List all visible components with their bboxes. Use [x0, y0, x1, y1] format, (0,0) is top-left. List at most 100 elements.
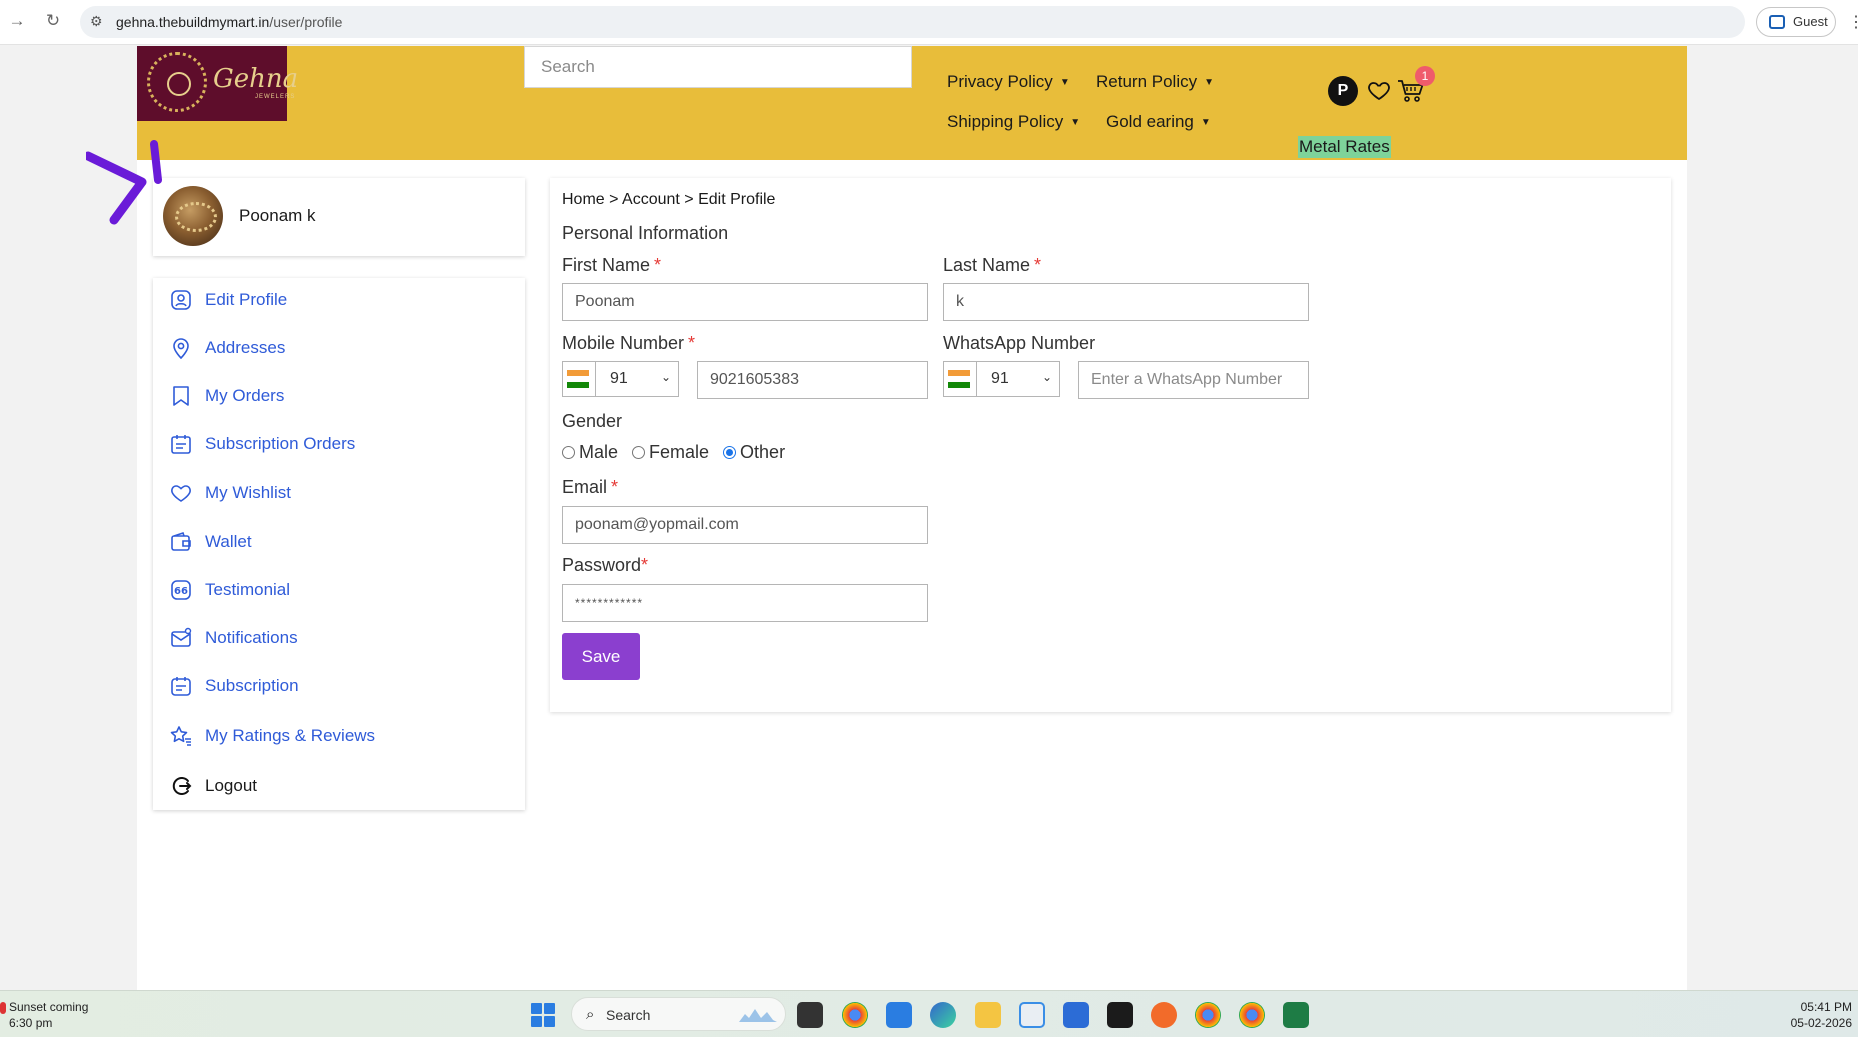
chevron-down-icon: ⌄: [660, 370, 671, 384]
notepad-icon[interactable]: [1063, 1002, 1089, 1028]
location-pin-icon: [173, 338, 189, 360]
mobile-code-select[interactable]: 91 ⌄: [595, 362, 679, 396]
profile-button[interactable]: Guest: [1756, 7, 1836, 37]
mobile-number-input[interactable]: [698, 362, 927, 398]
caret-down-icon: ▼: [1059, 77, 1070, 89]
gender-male-option[interactable]: Male: [562, 442, 618, 463]
system-clock[interactable]: 05:41 PM 05-02-2026: [1791, 999, 1852, 1031]
browser-toolbar: → ↻ ⚙ gehna.thebuildmymart.in/user/profi…: [0, 0, 1858, 45]
user-avatar[interactable]: P: [1328, 76, 1358, 106]
svg-text:66: 66: [174, 586, 188, 597]
nav-return-policy[interactable]: Return Policy ▼: [1096, 72, 1214, 92]
password-input[interactable]: [563, 585, 927, 621]
metal-rates-link[interactable]: Metal Rates: [1298, 136, 1391, 158]
subscription-icon: [171, 677, 191, 696]
caret-down-icon: ▼: [1200, 117, 1211, 129]
reload-icon[interactable]: ↻: [42, 10, 64, 32]
chrome-guest-icon[interactable]: [1239, 1002, 1265, 1028]
user-name: Poonam k: [239, 206, 316, 225]
annotation-arrow: [86, 140, 162, 225]
india-flag-icon: [948, 370, 970, 388]
nav-gold-earing[interactable]: Gold earing ▼: [1106, 112, 1211, 132]
gender-other-option[interactable]: Other: [723, 442, 785, 463]
last-name-field[interactable]: [943, 283, 1309, 321]
sidebar-item-my-wishlist[interactable]: My Wishlist: [169, 481, 291, 505]
address-bar[interactable]: ⚙ gehna.thebuildmymart.in/user/profile: [80, 6, 1745, 38]
first-name-field[interactable]: [562, 283, 928, 321]
logo-mandala-icon: [147, 52, 207, 112]
weather-alert-icon: [0, 1002, 6, 1014]
heart-icon: [171, 485, 191, 502]
browser-menu-icon[interactable]: ⋮: [1848, 12, 1858, 32]
snipping-tool-icon[interactable]: [1019, 1002, 1045, 1028]
whatsapp-number-label: WhatsApp Number: [943, 333, 1096, 353]
mobile-number-label: Mobile Number *: [562, 333, 696, 353]
sidebar-item-logout[interactable]: Logout: [169, 774, 257, 798]
sidebar-item-my-ratings-reviews[interactable]: My Ratings & Reviews: [169, 724, 375, 748]
chevron-down-icon: ⌄: [1041, 370, 1052, 384]
sidebar-item-edit-profile[interactable]: Edit Profile: [169, 288, 287, 312]
chrome-profile-icon[interactable]: [1195, 1002, 1221, 1028]
app-cube-icon[interactable]: [1107, 1002, 1133, 1028]
sidebar-item-addresses[interactable]: Addresses: [169, 336, 285, 360]
male-radio[interactable]: [562, 446, 575, 459]
file-explorer-icon[interactable]: [975, 1002, 1001, 1028]
edge-icon[interactable]: [930, 1002, 956, 1028]
site-header: [137, 46, 1687, 160]
section-title: Personal Information: [562, 223, 729, 243]
calendar-list-icon: [171, 435, 191, 454]
chrome-icon[interactable]: [842, 1002, 868, 1028]
bookmark-icon: [173, 386, 189, 406]
caret-down-icon: ▼: [1204, 77, 1215, 89]
email-input[interactable]: [563, 507, 927, 543]
site-settings-icon[interactable]: ⚙: [90, 13, 103, 30]
postman-icon[interactable]: [1151, 1002, 1177, 1028]
female-radio[interactable]: [632, 446, 646, 459]
cart-count-badge: 1: [1415, 66, 1435, 86]
wishlist-heart-icon[interactable]: [1367, 78, 1391, 102]
forward-icon[interactable]: →: [6, 10, 28, 32]
first-name-input[interactable]: [563, 284, 927, 320]
nav-shipping-policy[interactable]: Shipping Policy ▼: [947, 112, 1080, 132]
email-label: Email *: [562, 477, 619, 497]
sidebar-item-subscription-orders[interactable]: Subscription Orders: [169, 432, 355, 456]
first-name-label: First Name *: [562, 255, 662, 275]
password-field[interactable]: [562, 584, 928, 622]
sidebar-item-my-orders[interactable]: My Orders: [169, 384, 284, 408]
whatsapp-code-select[interactable]: 91 ⌄: [976, 362, 1060, 396]
india-flag-icon: [567, 370, 589, 388]
quote-icon: 66: [171, 580, 191, 600]
mobile-country-code[interactable]: 91 ⌄: [562, 361, 679, 397]
last-name-input[interactable]: [944, 284, 1308, 320]
password-label: Password*: [562, 555, 649, 575]
whatsapp-number-input[interactable]: [1079, 362, 1308, 398]
excel-icon[interactable]: [1283, 1002, 1309, 1028]
email-field[interactable]: [562, 506, 928, 544]
sidebar-item-testimonial[interactable]: 66 Testimonial: [169, 578, 290, 602]
logout-icon: [172, 777, 192, 795]
search-input[interactable]: [525, 47, 911, 87]
search-icon: ⌕: [586, 1006, 595, 1023]
sidebar-item-notifications[interactable]: Notifications: [169, 626, 298, 650]
other-radio[interactable]: [723, 446, 737, 459]
windows-start-icon[interactable]: [531, 1003, 555, 1027]
sidebar-item-subscription[interactable]: Subscription: [169, 674, 299, 698]
star-icon: [170, 726, 191, 746]
search-highlight-icon: [739, 1009, 777, 1022]
whatsapp-number-field[interactable]: [1078, 361, 1309, 399]
vscode-icon[interactable]: [886, 1002, 912, 1028]
gender-female-option[interactable]: Female: [632, 442, 709, 463]
whatsapp-country-code[interactable]: 91 ⌄: [943, 361, 1060, 397]
site-logo[interactable]: Gehna JEWELERS: [137, 46, 298, 121]
taskbar-search[interactable]: ⌕ Search: [571, 997, 786, 1031]
save-button[interactable]: Save: [562, 633, 640, 680]
mobile-number-field[interactable]: [697, 361, 928, 399]
gender-label: Gender: [562, 411, 623, 431]
envelope-icon: [171, 627, 192, 647]
task-view-icon[interactable]: [797, 1002, 823, 1028]
site-search[interactable]: [524, 46, 912, 88]
gender-radio-group: Male Female Other: [562, 442, 799, 463]
nav-privacy-policy[interactable]: Privacy Policy ▼: [947, 72, 1070, 92]
user-icon: [171, 290, 191, 310]
sidebar-item-wallet[interactable]: Wallet: [169, 530, 252, 554]
